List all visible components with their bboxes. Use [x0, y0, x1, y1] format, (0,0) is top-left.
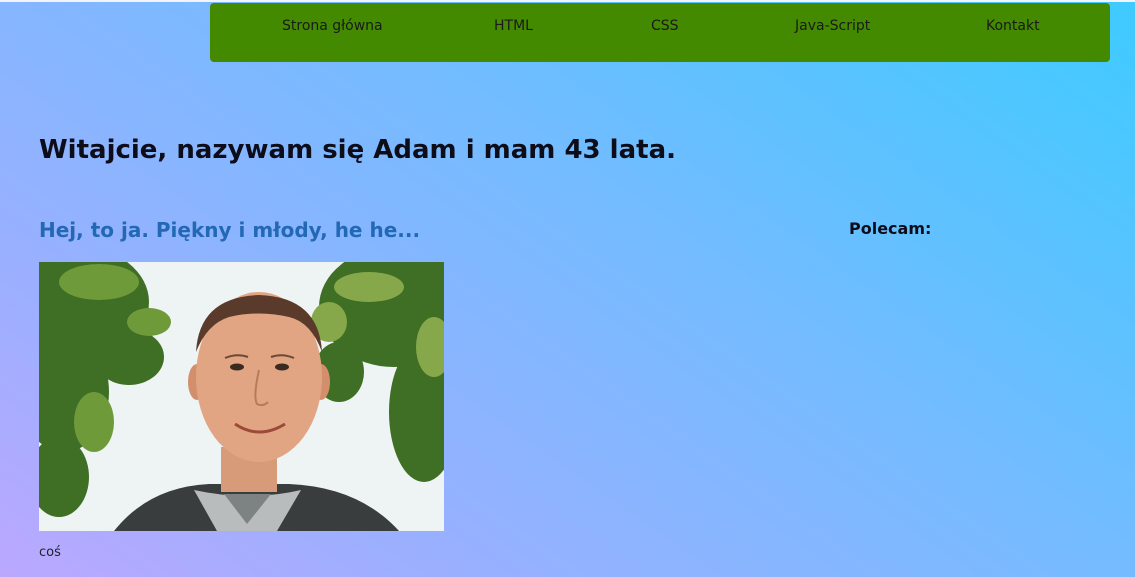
photo-caption: coś	[39, 545, 61, 560]
top-border	[0, 0, 1135, 2]
nav-item-javascript[interactable]: Java-Script	[795, 18, 870, 34]
nav-item-contact[interactable]: Kontakt	[986, 18, 1040, 34]
nav-item-html[interactable]: HTML	[494, 18, 533, 34]
sidebar-heading: Polecam:	[849, 219, 932, 238]
photo-heading: Hej, to ja. Piękny i młody, he he...	[39, 218, 421, 242]
page-title: Witajcie, nazywam się Adam i mam 43 lata…	[39, 135, 676, 165]
nav-item-css[interactable]: CSS	[651, 18, 679, 34]
profile-photo	[39, 262, 444, 531]
main-navigation: Strona główna HTML CSS Java-Script Konta…	[210, 3, 1110, 62]
nav-item-home[interactable]: Strona główna	[282, 18, 383, 34]
